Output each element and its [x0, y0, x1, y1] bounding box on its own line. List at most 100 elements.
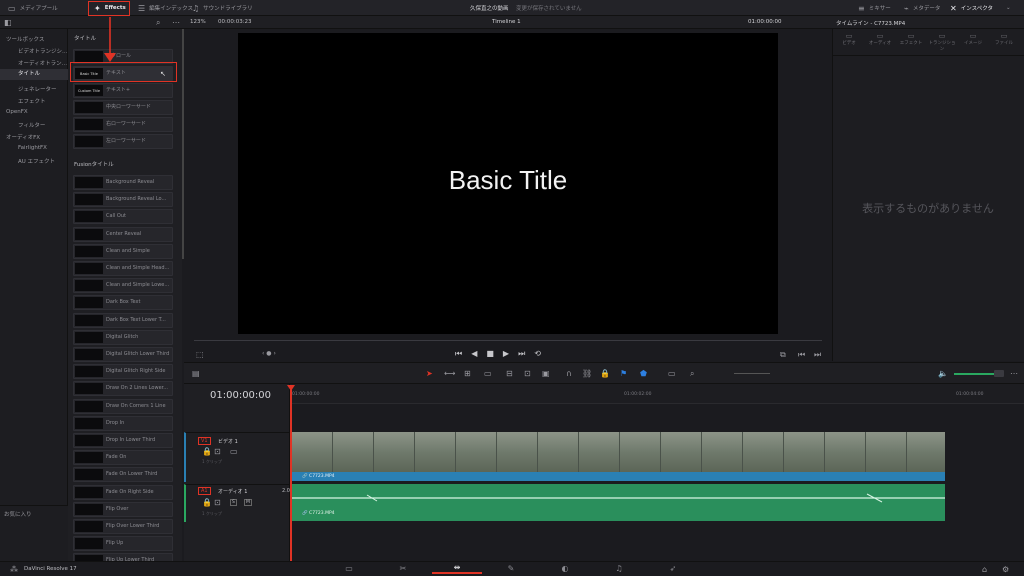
volume-icon[interactable]: 🔈: [938, 369, 948, 378]
tree-item-generators[interactable]: ジェネレーター: [18, 85, 57, 93]
lock-icon[interactable]: 🔒: [600, 369, 610, 378]
fusion-title-item[interactable]: Clean and Simple Head...: [73, 261, 173, 276]
selection-tool-icon[interactable]: ➤: [426, 369, 433, 378]
metadata-button[interactable]: ⌁ メタデータ: [904, 0, 940, 16]
tree-item-filters[interactable]: フィルター: [18, 121, 45, 129]
step-back-icon[interactable]: ◀: [471, 349, 477, 359]
fusion-title-item[interactable]: Drop In: [73, 415, 173, 431]
a1-track-name[interactable]: オーディオ 1: [218, 488, 247, 495]
favorites-label[interactable]: お気に入り: [4, 510, 32, 518]
fusion-title-item[interactable]: Background Reveal Lo...: [73, 192, 173, 208]
fusion-title-item[interactable]: Digital Glitch Right Side: [73, 364, 173, 380]
zoom-full-icon[interactable]: ▭: [668, 369, 676, 378]
collapse-icon[interactable]: ⌄: [1006, 0, 1011, 16]
frame-nav-icon[interactable]: ‹ ● ›: [262, 350, 276, 357]
edit-page-icon[interactable]: ⇹: [432, 563, 482, 574]
volume-slider[interactable]: [954, 373, 994, 375]
tree-item-fairlightfx[interactable]: FairlightFX: [18, 145, 47, 151]
stop-icon[interactable]: ■: [486, 349, 494, 359]
audio-clip[interactable]: [292, 484, 945, 521]
v1-track-tag[interactable]: V1: [198, 437, 211, 445]
go-to-start-icon[interactable]: ⏮: [455, 349, 462, 359]
inspector-tab[interactable]: ▭ ファイル: [989, 32, 1019, 46]
a1-track-tag[interactable]: A1: [198, 487, 211, 495]
more-options-icon[interactable]: ⋯: [172, 18, 180, 27]
fusion-title-item[interactable]: Clean and Simple Lowe...: [73, 278, 173, 294]
fusion-page-icon[interactable]: ✎: [486, 563, 536, 574]
tree-item-toolbox[interactable]: ツールボックス: [6, 35, 44, 43]
next-edit-icon[interactable]: ⏭: [814, 350, 821, 360]
dim-button[interactable]: [994, 370, 1004, 377]
v1-autoselect-icon[interactable]: ⊡: [214, 447, 221, 456]
insert-icon[interactable]: ⊟: [506, 369, 513, 378]
playhead[interactable]: [290, 386, 292, 561]
zoom-detail-icon[interactable]: ⌕: [690, 369, 694, 379]
trim-tool-icon[interactable]: ⟷: [444, 369, 455, 378]
scrub-bar[interactable]: [194, 340, 822, 341]
title-item[interactable]: Custom Title テキスト+: [73, 83, 173, 98]
edit-index-button[interactable]: ☰ 編集インデックス: [138, 0, 193, 16]
a1-mute-button[interactable]: M: [244, 499, 252, 506]
tree-item-audiofx[interactable]: オーディオFX: [6, 133, 40, 141]
video-clip[interactable]: [292, 432, 945, 472]
replace-icon[interactable]: ⊡: [524, 369, 531, 378]
panel-toggle-icon[interactable]: ◧: [4, 18, 12, 27]
fusion-title-item[interactable]: Digital Glitch Lower Third: [73, 347, 173, 362]
inspector-tab[interactable]: ▭ エフェクト: [896, 32, 926, 46]
fusion-title-item[interactable]: Flip Up Lower Third: [73, 553, 173, 561]
inspector-tab[interactable]: ▭ ビデオ: [834, 32, 864, 46]
snapping-icon[interactable]: ∩: [566, 369, 572, 378]
fusion-titles-section-header[interactable]: Fusionタイトル: [74, 160, 114, 168]
zoom-level[interactable]: 123%: [190, 19, 206, 25]
fusion-title-item[interactable]: Background Reveal: [73, 175, 173, 190]
v1-lock-icon[interactable]: 🔒: [202, 447, 212, 456]
fusion-title-item[interactable]: Draw On 2 Lines Lower...: [73, 381, 173, 397]
match-frame-icon[interactable]: ⧉: [780, 350, 786, 360]
timeline-view-icon[interactable]: ▤: [192, 369, 200, 378]
marker-icon[interactable]: ⬟: [640, 369, 647, 378]
link-icon[interactable]: ⛓: [582, 369, 592, 378]
fusion-title-item[interactable]: Drop In Lower Third: [73, 433, 173, 448]
tree-item-titles[interactable]: タイトル: [0, 69, 68, 80]
prev-edit-icon[interactable]: ⏮: [798, 350, 805, 360]
fusion-title-item[interactable]: Clean and Simple: [73, 243, 173, 259]
fusion-title-item[interactable]: Fade On: [73, 450, 173, 466]
overwrite-icon[interactable]: ▭: [484, 369, 492, 378]
blade-tool-icon[interactable]: ⊞: [464, 369, 471, 378]
mixer-button[interactable]: ≡ ミキサー: [858, 0, 891, 16]
title-item[interactable]: 右ローワーサード: [73, 117, 173, 132]
tree-item-video-transitions[interactable]: ビデオトランジシ…: [18, 47, 68, 55]
video-clip-label-bar[interactable]: 🔗 C7723.MP4: [292, 472, 945, 481]
zoom-slider[interactable]: [734, 373, 770, 374]
fusion-title-item[interactable]: Center Reveal: [73, 226, 173, 242]
go-to-end-icon[interactable]: ⏭: [518, 349, 525, 359]
a1-lock-icon[interactable]: 🔒: [202, 498, 212, 507]
fusion-title-item[interactable]: Dark Box Text Lower T...: [73, 312, 173, 328]
tree-item-audio-transitions[interactable]: オーディオトラン…: [18, 59, 67, 67]
fusion-title-item[interactable]: Fade On Lower Third: [73, 467, 173, 483]
fusion-title-item[interactable]: Flip Over Lower Third: [73, 519, 173, 534]
play-icon[interactable]: ▶: [503, 349, 509, 359]
fusion-title-item[interactable]: Flip Up: [73, 536, 173, 552]
fusion-title-item[interactable]: Dark Box Text: [73, 295, 173, 311]
search-icon[interactable]: ⌕: [156, 18, 160, 28]
v1-track-name[interactable]: ビデオ 1: [218, 438, 238, 445]
fusion-title-item[interactable]: Draw On Corners 1 Line: [73, 398, 173, 414]
v1-visibility-icon[interactable]: ▭: [230, 447, 238, 456]
deliver-page-icon[interactable]: ➶: [648, 563, 698, 574]
tree-item-openfx[interactable]: OpenFX: [6, 109, 28, 115]
inspector-button[interactable]: ✕ インスペクタ: [950, 0, 993, 16]
loop-icon[interactable]: ⟲: [534, 349, 541, 359]
titles-section-header[interactable]: タイトル: [74, 34, 96, 42]
media-page-icon[interactable]: ▭: [324, 563, 374, 574]
timeline-name[interactable]: Timeline 1: [492, 19, 521, 25]
home-icon[interactable]: ⌂: [982, 565, 987, 574]
media-pool-button[interactable]: ▭ メディアプール: [8, 0, 58, 16]
inspector-tab[interactable]: ▭ イメージ: [958, 32, 988, 46]
a1-solo-button[interactable]: S: [230, 499, 237, 506]
cut-page-icon[interactable]: ✂: [378, 563, 428, 574]
tree-item-aufx[interactable]: AU エフェクト: [18, 157, 55, 165]
tree-item-effects[interactable]: エフェクト: [18, 97, 46, 105]
inspector-tab[interactable]: ▭ トランジション: [927, 32, 957, 52]
fusion-title-item[interactable]: Digital Glitch: [73, 329, 173, 345]
